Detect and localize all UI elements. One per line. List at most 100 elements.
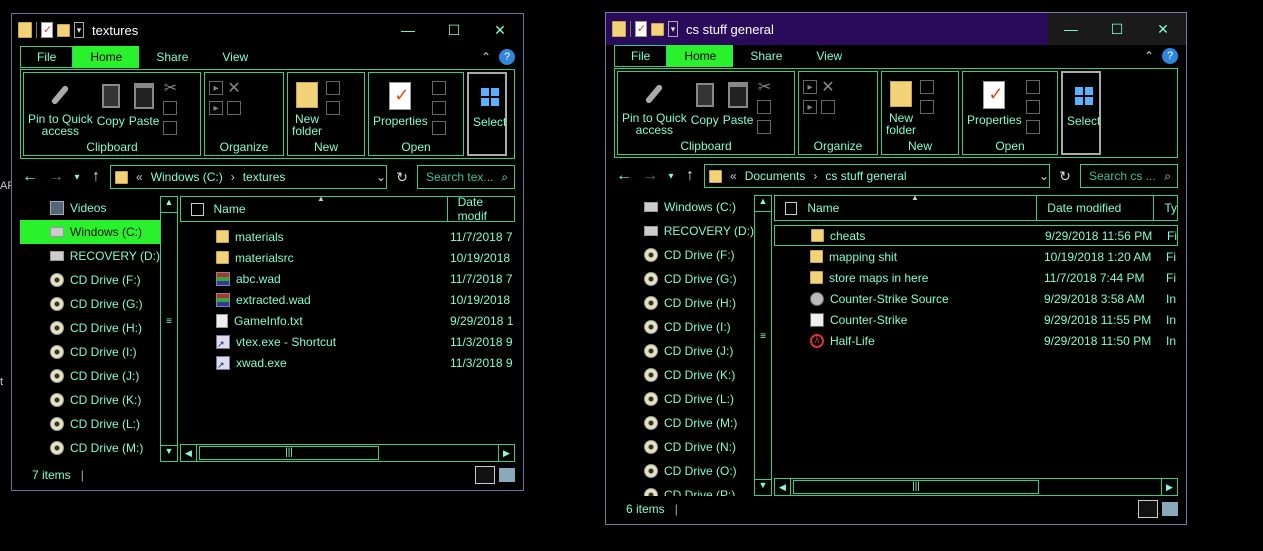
search-box[interactable]: Search cs ... ⌕ [1080, 164, 1178, 188]
file-row[interactable]: Counter-Strike Source 9/29/2018 3:58 AM In [774, 288, 1178, 309]
new-folder-button[interactable]: New folder [886, 76, 916, 136]
column-header-name[interactable]: Name [204, 197, 447, 221]
select-group[interactable]: Select [467, 72, 507, 156]
scroll-down-icon[interactable]: ▼ [161, 445, 177, 461]
tab-file[interactable]: File [614, 45, 668, 67]
address-bar[interactable]: « Documents › cs stuff general ⌄ [704, 164, 1050, 188]
title-bar[interactable]: ▾ cs stuff general — ☐ ✕ [606, 13, 1186, 45]
breadcrumb-overflow-icon[interactable]: « [136, 170, 143, 184]
copy-to-icon[interactable]: ▸ [209, 101, 223, 115]
nav-item[interactable]: Windows (C:) [614, 195, 754, 219]
recent-locations-icon[interactable]: ▾ [72, 172, 82, 183]
nav-item[interactable]: CD Drive (I:) [614, 315, 754, 339]
collapse-ribbon-icon[interactable]: ⌃ [481, 50, 491, 64]
copy-path-icon[interactable] [757, 100, 772, 114]
paste-shortcut-icon[interactable] [163, 121, 178, 135]
nav-item[interactable]: CD Drive (G:) [20, 292, 160, 316]
file-row[interactable]: Counter-Strike 9/29/2018 11:55 PM In [774, 309, 1178, 330]
nav-item[interactable]: CD Drive (O:) [614, 459, 754, 483]
column-header-date[interactable]: Date modif [446, 195, 514, 223]
properties-quick-icon[interactable] [41, 22, 53, 38]
properties-button[interactable]: Properties [967, 76, 1022, 136]
cut-icon[interactable]: ✂ [757, 79, 771, 96]
new-folder-quick-icon[interactable] [57, 23, 70, 37]
address-dropdown-icon[interactable]: ⌄ [1039, 169, 1049, 183]
nav-item[interactable]: CD Drive (F:) [20, 268, 160, 292]
search-box[interactable]: Search tex... ⌕ [417, 165, 515, 189]
horizontal-scrollbar[interactable]: ◀ ||| ▶ [774, 478, 1178, 496]
large-icons-view-button[interactable] [1162, 502, 1178, 516]
select-button[interactable]: Select [1067, 77, 1100, 135]
file-row[interactable]: GameInfo.txt 9/29/2018 1 [180, 310, 515, 331]
recent-locations-icon[interactable]: ▾ [666, 171, 676, 182]
scroll-thumb[interactable]: ||| [793, 480, 1039, 494]
delete-icon[interactable]: ✕ [821, 79, 835, 96]
select-all-checkbox[interactable] [191, 202, 204, 216]
file-row[interactable]: λ Half-Life 9/29/2018 11:50 PM In [774, 330, 1178, 351]
scroll-left-icon[interactable]: ◀ [181, 445, 197, 461]
move-to-icon[interactable]: ▸ [803, 80, 817, 94]
scroll-left-icon[interactable]: ◀ [775, 479, 791, 495]
customize-toolbar-dropdown[interactable]: ▾ [74, 22, 84, 38]
copy-button[interactable]: Copy [97, 77, 125, 137]
forward-arrow-icon[interactable]: → [46, 168, 66, 186]
breadcrumb-item[interactable]: cs stuff general [825, 169, 906, 183]
new-item-icon[interactable] [326, 81, 341, 95]
move-to-icon[interactable]: ▸ [209, 81, 223, 95]
breadcrumb-separator-icon[interactable]: › [813, 169, 817, 183]
horizontal-scrollbar[interactable]: ◀ ||| ▶ [180, 444, 515, 462]
cut-icon[interactable]: ✂ [163, 80, 177, 97]
file-row[interactable]: xwad.exe 11/3/2018 9 [180, 352, 515, 373]
open-icon[interactable] [1025, 80, 1040, 94]
paste-button[interactable]: Paste [723, 76, 753, 136]
select-all-checkbox[interactable] [785, 201, 798, 215]
pin-to-quick-access-button[interactable]: Pin to Quick access [622, 76, 687, 136]
scroll-thumb[interactable]: ≡ [161, 316, 177, 327]
nav-item[interactable]: RECOVERY (D:) [614, 219, 754, 243]
history-icon[interactable] [431, 121, 446, 135]
nav-item[interactable]: CD Drive (L:) [20, 412, 160, 436]
nav-item[interactable]: RECOVERY (D:) [20, 244, 160, 268]
file-row[interactable]: abc.wad 11/7/2018 7 [180, 268, 515, 289]
refresh-icon[interactable]: ↻ [393, 169, 411, 186]
column-header-type[interactable]: Ty [1153, 196, 1177, 220]
scroll-right-icon[interactable]: ▶ [498, 445, 514, 461]
help-icon[interactable]: ? [1162, 48, 1178, 64]
file-row[interactable]: extracted.wad 10/19/2018 [180, 289, 515, 310]
collapse-ribbon-icon[interactable]: ⌃ [1144, 49, 1154, 63]
scroll-down-icon[interactable]: ▼ [755, 479, 771, 495]
details-view-button[interactable] [475, 466, 495, 484]
tab-home[interactable]: Home [73, 46, 140, 68]
tab-home[interactable]: Home [667, 45, 734, 67]
breadcrumb-overflow-icon[interactable]: « [730, 169, 737, 183]
large-icons-view-button[interactable] [499, 468, 515, 482]
file-row[interactable]: mapping shit 10/19/2018 1:20 AM Fi [774, 246, 1178, 267]
refresh-icon[interactable]: ↻ [1056, 168, 1074, 185]
nav-item[interactable]: CD Drive (M:) [20, 436, 160, 460]
forward-arrow-icon[interactable]: → [640, 167, 660, 185]
close-button[interactable]: ✕ [477, 14, 523, 46]
pin-to-quick-access-button[interactable]: Pin to Quick access [28, 77, 93, 137]
copy-path-icon[interactable] [163, 101, 178, 115]
scroll-thumb[interactable]: ||| [199, 446, 379, 460]
history-icon[interactable] [1025, 120, 1040, 134]
properties-button[interactable]: Properties [373, 77, 428, 137]
file-row[interactable]: materials 11/7/2018 7 [180, 226, 515, 247]
nav-item[interactable]: CD Drive (J:) [20, 364, 160, 388]
easy-access-icon[interactable] [920, 100, 935, 114]
properties-quick-icon[interactable] [635, 21, 647, 37]
breadcrumb-item[interactable]: textures [243, 170, 286, 184]
nav-item[interactable]: CD Drive (G:) [614, 267, 754, 291]
file-row[interactable]: cheats 9/29/2018 11:56 PM Fi [774, 225, 1178, 246]
details-view-button[interactable] [1138, 500, 1158, 518]
nav-item[interactable]: CD Drive (K:) [20, 388, 160, 412]
new-folder-button[interactable]: New folder [292, 77, 322, 137]
easy-access-icon[interactable] [326, 101, 341, 115]
title-bar[interactable]: ▾ textures — ☐ ✕ [12, 14, 523, 46]
scroll-up-icon[interactable]: ▲ [161, 197, 177, 213]
tab-share[interactable]: Share [139, 46, 205, 68]
column-header-date[interactable]: Date modified [1036, 196, 1153, 220]
nav-item[interactable]: CD Drive (H:) [614, 291, 754, 315]
minimize-button[interactable]: — [1048, 13, 1094, 45]
copy-to-icon[interactable]: ▸ [803, 100, 817, 114]
